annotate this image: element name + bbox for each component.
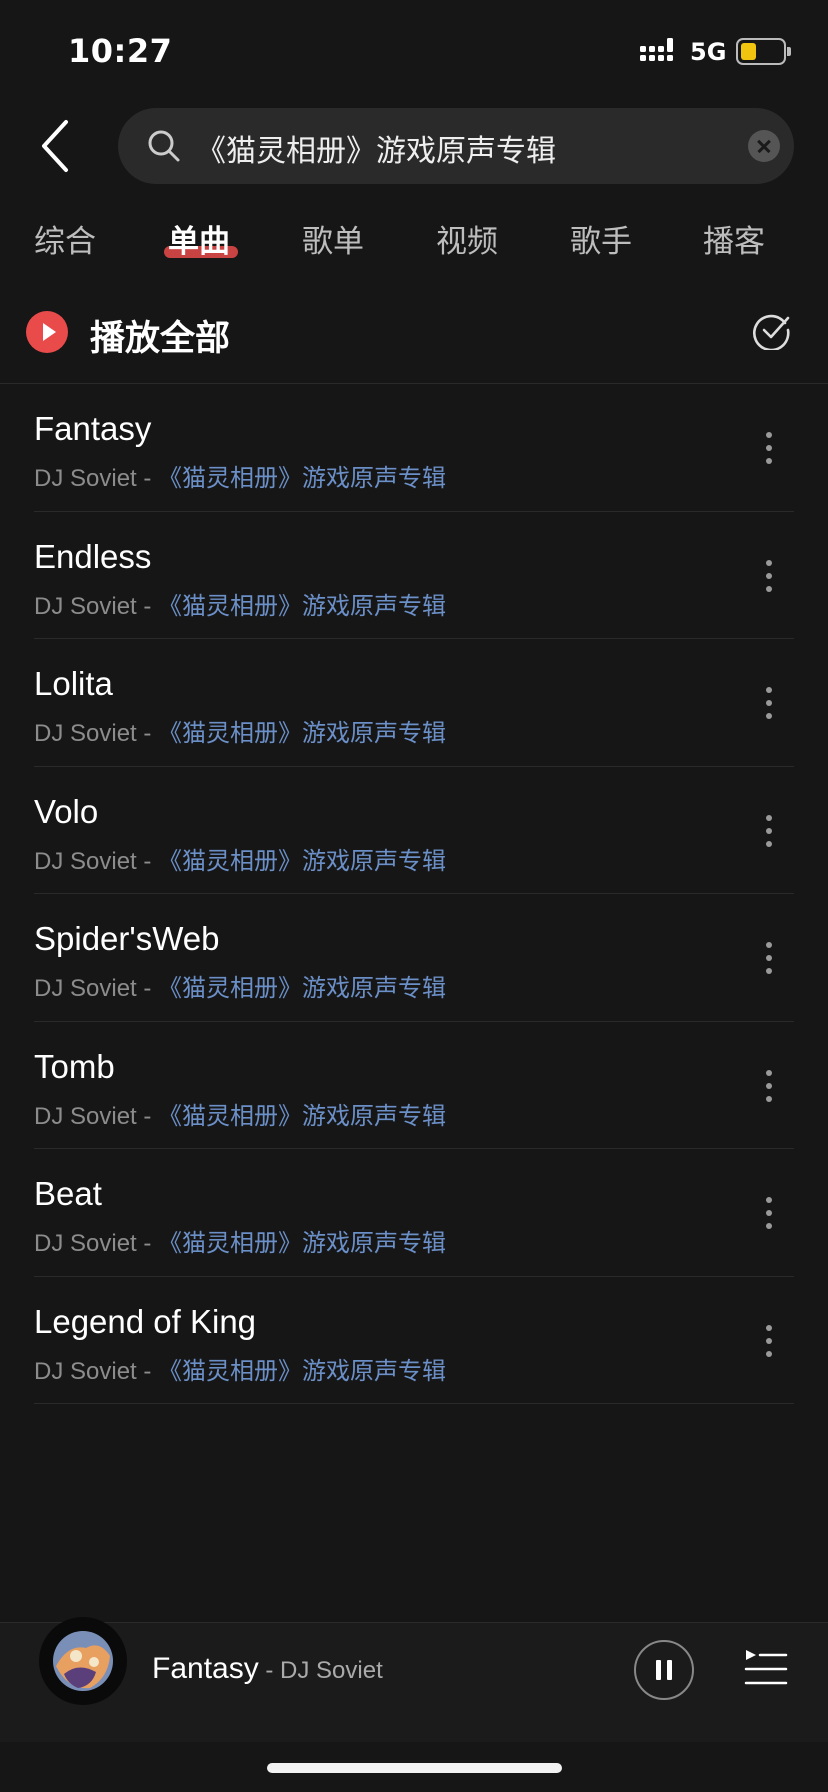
playlist-icon[interactable] [744,1648,788,1690]
song-album-link[interactable]: 《猫灵相册》游戏原声专辑 [158,1102,446,1130]
song-artist[interactable]: DJ Soviet - [34,1103,158,1130]
song-title: Beat [34,1175,102,1212]
now-playing-artist: - DJ Soviet [258,1657,383,1684]
more-vertical-icon[interactable] [762,683,776,723]
more-vertical-icon[interactable] [762,938,776,978]
song-subtitle: DJ Soviet - 《猫灵相册》游戏原声专辑 [34,586,446,621]
song-row[interactable]: Lolita DJ Soviet - 《猫灵相册》游戏原声专辑 [34,639,794,767]
song-artist[interactable]: DJ Soviet - [34,848,158,875]
network-type: 5G [690,38,727,66]
song-list: Fantasy DJ Soviet - 《猫灵相册》游戏原声专辑 Endless… [0,384,828,1404]
search-icon [148,130,180,162]
tab-playlists[interactable]: 歌单 [302,216,364,261]
search-bar[interactable]: 《猫灵相册》游戏原声专辑 [118,108,794,184]
status-bar: 10:27 5G [0,0,828,100]
home-indicator[interactable] [267,1763,562,1773]
song-title: Lolita [34,665,113,702]
battery-icon [736,38,791,65]
pause-button[interactable] [634,1640,694,1700]
play-all-row[interactable]: 播放全部 [0,300,828,384]
song-album-link[interactable]: 《猫灵相册》游戏原声专辑 [158,1357,446,1385]
song-artist[interactable]: DJ Soviet - [34,593,158,620]
song-row[interactable]: Volo DJ Soviet - 《猫灵相册》游戏原声专辑 [34,767,794,894]
now-playing-info[interactable]: Fantasy - DJ Soviet [152,1652,383,1686]
cellular-signal-icon [640,38,673,61]
song-title: Volo [34,792,99,830]
more-vertical-icon[interactable] [762,1066,776,1106]
song-subtitle: DJ Soviet - 《猫灵相册》游戏原声专辑 [34,968,446,1003]
song-artist[interactable]: DJ Soviet - [34,1358,158,1385]
back-button[interactable] [32,116,84,176]
song-subtitle: DJ Soviet - 《猫灵相册》游戏原声专辑 [34,1223,446,1258]
song-row[interactable]: Tomb DJ Soviet - 《猫灵相册》游戏原声专辑 [34,1022,794,1149]
play-icon[interactable] [26,311,68,353]
song-subtitle: DJ Soviet - 《猫灵相册》游戏原声专辑 [34,1351,446,1386]
song-title: Legend of King [34,1302,257,1340]
song-artist[interactable]: DJ Soviet - [34,975,158,1002]
song-album-link[interactable]: 《猫灵相册》游戏原声专辑 [158,847,446,875]
more-vertical-icon[interactable] [762,811,776,851]
clear-search-icon[interactable] [748,130,780,162]
song-artist[interactable]: DJ Soviet - [34,1230,158,1257]
song-artist[interactable]: DJ Soviet - [34,720,158,747]
tab-songs[interactable]: 单曲 [168,216,230,261]
song-row[interactable]: Spider'sWeb DJ Soviet - 《猫灵相册》游戏原声专辑 [34,894,794,1022]
tab-artists[interactable]: 歌手 [570,216,632,261]
song-row[interactable]: Fantasy DJ Soviet - 《猫灵相册》游戏原声专辑 [34,384,794,512]
song-subtitle: DJ Soviet - 《猫灵相册》游戏原声专辑 [34,841,446,876]
check-circle-icon[interactable] [752,310,792,350]
song-row[interactable]: Legend of King DJ Soviet - 《猫灵相册》游戏原声专辑 [34,1277,794,1404]
tab-overall[interactable]: 综合 [34,216,96,261]
song-row[interactable]: Endless DJ Soviet - 《猫灵相册》游戏原声专辑 [34,512,794,639]
song-title: Fantasy [34,410,152,447]
tab-videos[interactable]: 视频 [436,216,498,261]
song-album-link[interactable]: 《猫灵相册》游戏原声专辑 [158,592,446,620]
more-vertical-icon[interactable] [762,428,776,468]
song-subtitle: DJ Soviet - 《猫灵相册》游戏原声专辑 [34,458,446,493]
search-input[interactable]: 《猫灵相册》游戏原声专辑 [196,126,556,170]
play-all-label: 播放全部 [90,319,231,359]
song-album-link[interactable]: 《猫灵相册》游戏原声专辑 [158,974,446,1002]
song-album-link[interactable]: 《猫灵相册》游戏原声专辑 [158,1229,446,1257]
song-subtitle: DJ Soviet - 《猫灵相册》游戏原声专辑 [34,713,446,748]
song-title: Endless [34,537,152,575]
song-subtitle: DJ Soviet - 《猫灵相册》游戏原声专辑 [34,1096,446,1131]
song-artist[interactable]: DJ Soviet - [34,465,158,492]
tab-podcasts[interactable]: 播客 [703,216,765,261]
status-time: 10:27 [68,32,173,70]
song-album-link[interactable]: 《猫灵相册》游戏原声专辑 [158,464,446,492]
song-album-link[interactable]: 《猫灵相册》游戏原声专辑 [158,719,446,747]
more-vertical-icon[interactable] [762,1193,776,1233]
category-tabs: 综合 单曲 歌单 视频 歌手 播客 [0,210,828,280]
more-vertical-icon[interactable] [762,1321,776,1361]
song-title: Tomb [34,1047,115,1085]
song-row[interactable]: Beat DJ Soviet - 《猫灵相册》游戏原声专辑 [34,1149,794,1277]
now-playing-title: Fantasy [152,1652,259,1685]
more-vertical-icon[interactable] [762,556,776,596]
song-title: Spider'sWeb [34,920,220,957]
album-disc-icon[interactable] [38,1616,128,1706]
